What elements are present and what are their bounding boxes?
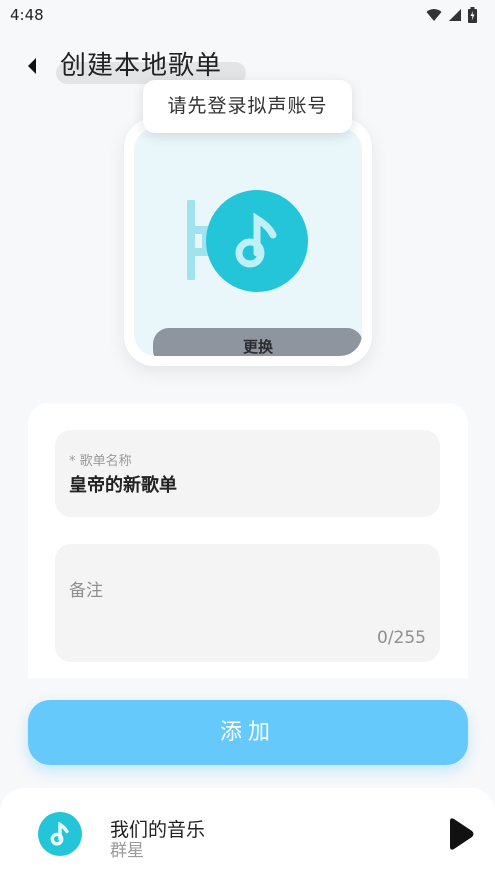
remark-char-counter: 0/255	[377, 628, 426, 648]
change-cover-button[interactable]: 更换	[153, 328, 362, 356]
play-button[interactable]	[440, 814, 480, 854]
back-arrow-icon	[28, 58, 36, 74]
battery-icon	[468, 7, 477, 23]
music-note-icon	[50, 822, 69, 846]
login-toast: 请先登录拟声账号	[143, 80, 352, 133]
form-card: * 歌单名称 皇帝的新歌单 备注 0/255	[28, 403, 468, 678]
remark-placeholder: 备注	[69, 581, 103, 601]
page-title: 创建本地歌单	[60, 51, 223, 81]
status-time: 4:48	[10, 6, 44, 24]
playlist-name-label: * 歌单名称	[69, 454, 132, 469]
music-note-icon	[235, 213, 277, 268]
add-button[interactable]: 添加	[28, 700, 468, 765]
mini-player[interactable]: 我们的音乐 群星	[0, 788, 495, 880]
player-artist: 群星	[110, 841, 144, 861]
playlist-name-input[interactable]: 皇帝的新歌单	[69, 471, 440, 497]
cover-music-disc	[206, 190, 308, 292]
play-icon	[450, 818, 474, 850]
title-wrap: 创建本地歌单	[56, 48, 246, 84]
back-button[interactable]	[18, 52, 46, 80]
playlist-name-field[interactable]: * 歌单名称 皇帝的新歌单	[55, 430, 440, 517]
cover-card: 更换	[124, 118, 372, 366]
status-icons	[426, 7, 477, 23]
remark-field[interactable]: 备注 0/255	[55, 544, 440, 662]
status-bar: 4:48	[0, 0, 495, 30]
cover-image[interactable]: 更换	[134, 128, 362, 356]
player-album-art[interactable]	[38, 812, 82, 856]
wifi-icon	[426, 9, 442, 21]
signal-icon	[449, 9, 461, 21]
